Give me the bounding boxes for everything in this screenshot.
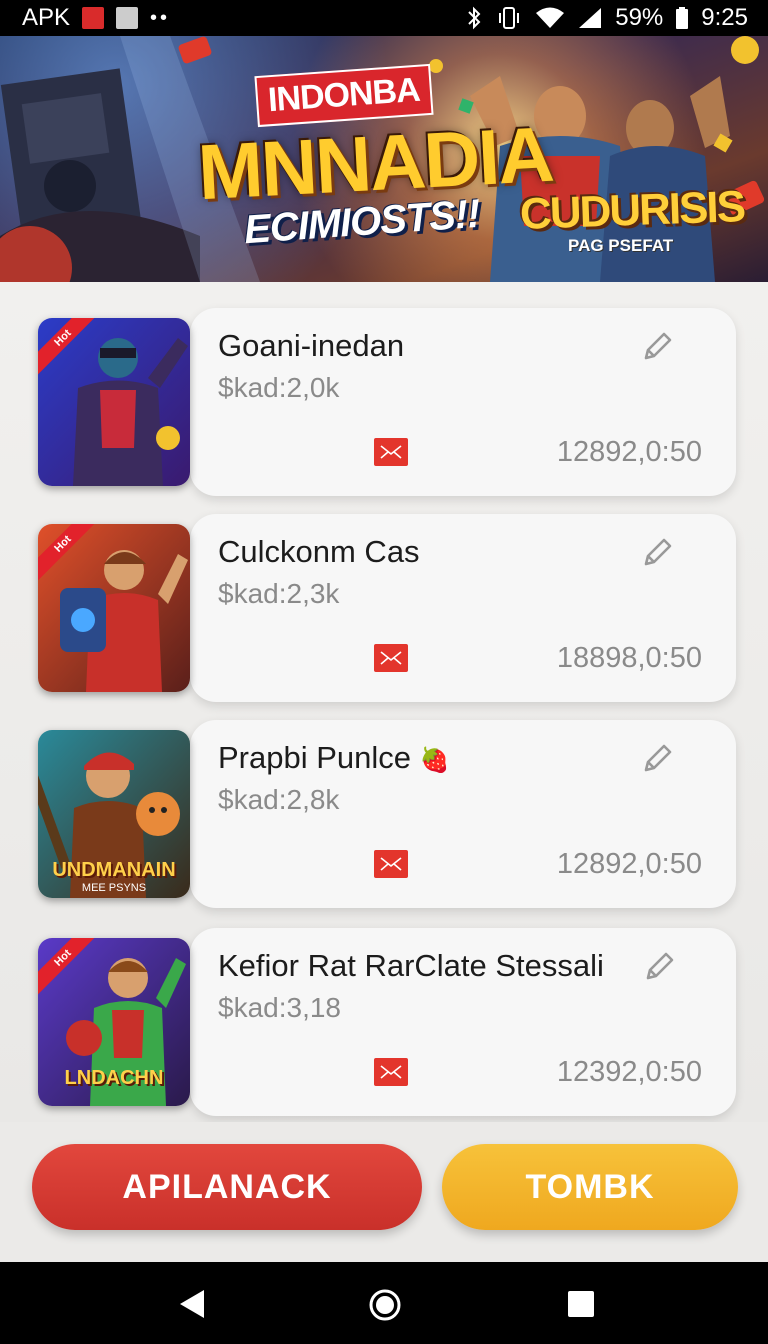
thumbnail-caption-sub: MEE PSYNS: [81, 882, 147, 894]
thumbnail-caption: LNDACHN: [64, 1067, 164, 1089]
edit-icon[interactable]: [638, 330, 674, 366]
thumbnail-caption: UNDMANAIN: [52, 859, 176, 881]
banner-badge-sub: PAG PSEFAT: [568, 236, 674, 255]
navigation-bar: [0, 1262, 768, 1344]
item-price: $kad:3,18: [218, 992, 341, 1023]
vibrate-icon: [499, 7, 520, 29]
wifi-icon: [536, 7, 565, 28]
recents-icon[interactable]: [566, 1288, 596, 1320]
item-time: 12892,0:50: [556, 436, 702, 468]
primary-button[interactable]: APILANACK: [32, 1144, 422, 1230]
battery-percent: 59%: [615, 4, 664, 31]
list-item[interactable]: Hot LNDACHN Kefior Rat RarClate Stessali…: [20, 906, 736, 1116]
status-bar: APK •• 59% 9:25: [0, 0, 768, 36]
edit-icon[interactable]: [638, 742, 674, 778]
home-icon[interactable]: [368, 1288, 402, 1322]
mail-icon[interactable]: [374, 850, 408, 878]
notification-red-icon: [82, 7, 105, 29]
list-item[interactable]: Hot Culckonm Cas $kad:2,3k 18898,0:50: [20, 492, 736, 702]
item-title: Culckonm Cas: [218, 534, 420, 569]
bluetooth-icon: [468, 6, 481, 30]
back-icon[interactable]: [176, 1288, 206, 1320]
list-item[interactable]: Hot Goani-inedan $kad:2,0k 12892,0:50: [20, 286, 736, 496]
secondary-button[interactable]: TOMBK: [442, 1144, 738, 1230]
item-time: 12892,0:50: [556, 848, 702, 880]
clock: 9:25: [701, 4, 748, 31]
banner-badge: CUDURISIS: [519, 182, 745, 239]
battery-icon: [676, 7, 689, 29]
mail-icon[interactable]: [374, 644, 408, 672]
strawberry-icon: 🍓: [419, 747, 450, 774]
promo-banner[interactable]: INDONBA MNNADIA ECIMIOSTS!! CUDURISIS PA…: [0, 36, 768, 282]
item-title: Prapbi Punlce 🍓: [218, 740, 450, 776]
game-list[interactable]: Hot Goani-inedan $kad:2,0k 12892,0:50 Ho…: [0, 282, 768, 1122]
carrier-label: APK: [22, 4, 71, 31]
item-time: 12392,0:50: [556, 1056, 702, 1088]
game-thumbnail[interactable]: Hot: [38, 318, 190, 486]
notification-gray-icon: [116, 7, 139, 29]
item-price: $kad:2,8k: [218, 784, 340, 815]
item-price: $kad:2,0k: [218, 372, 340, 403]
game-thumbnail[interactable]: UNDMANAIN MEE PSYNS: [38, 730, 190, 898]
mail-icon[interactable]: [374, 438, 408, 466]
edit-icon[interactable]: [640, 950, 676, 986]
action-bar: APILANACK TOMBK: [0, 1122, 768, 1262]
list-item[interactable]: UNDMANAIN MEE PSYNS Prapbi Punlce 🍓 $kad…: [20, 698, 736, 908]
mail-icon[interactable]: [374, 1058, 408, 1086]
item-title-text: Prapbi Punlce: [218, 740, 412, 775]
signal-icon: [579, 8, 602, 28]
edit-icon[interactable]: [638, 536, 674, 572]
item-title: Kefior Rat RarClate Stessali: [218, 948, 604, 983]
item-title: Goani-inedan: [218, 328, 405, 363]
item-price: $kad:2,3k: [218, 578, 340, 609]
item-time: 18898,0:50: [556, 642, 702, 674]
more-dots-icon: ••: [150, 6, 171, 29]
game-thumbnail[interactable]: Hot: [38, 524, 190, 692]
game-thumbnail[interactable]: Hot LNDACHN: [38, 938, 190, 1106]
